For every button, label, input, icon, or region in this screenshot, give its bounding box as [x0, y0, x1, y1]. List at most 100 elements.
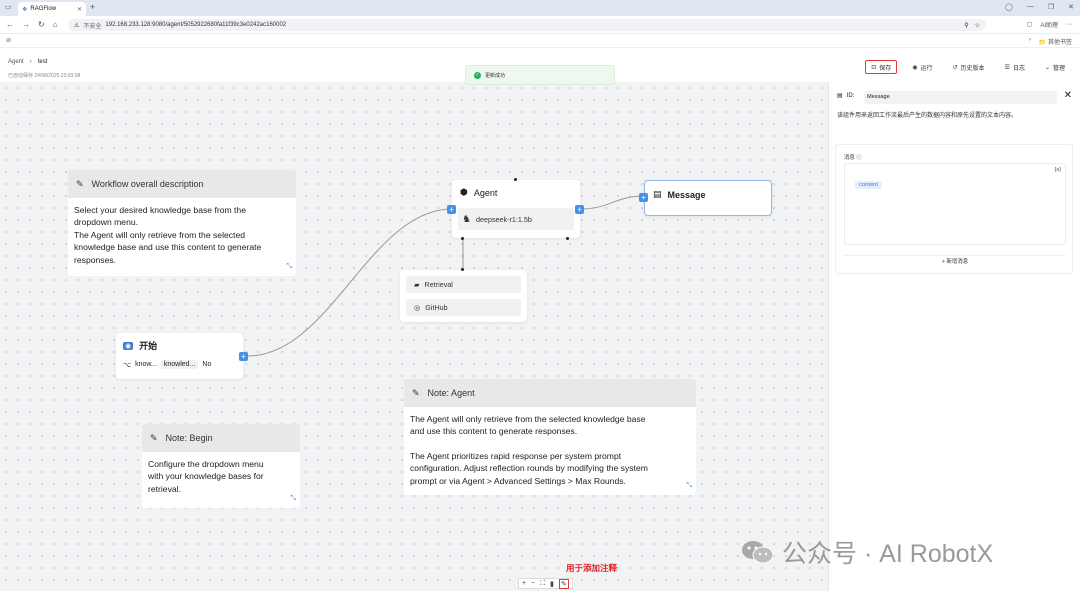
check-circle-icon: ✓ — [474, 71, 481, 79]
close-window-icon[interactable]: ✕ — [1068, 3, 1074, 11]
agent-bottom-handle-right[interactable] — [566, 237, 569, 240]
manage-button[interactable]: ⌄ 管理 — [1040, 60, 1070, 74]
message-input-handle[interactable]: + — [639, 193, 648, 202]
begin-node[interactable]: ◉ 开始 ⌥ know... knowled... No — [116, 333, 243, 379]
add-note-icon[interactable]: ✎ — [558, 578, 569, 589]
resize-handle-icon[interactable]: ⤡ — [686, 480, 692, 492]
begin-param-flag: No — [202, 361, 212, 368]
begin-param-row[interactable]: ⌥ know... knowled... No — [123, 360, 211, 369]
agent-output-handle[interactable]: + — [575, 205, 584, 214]
save-button[interactable]: ⊡ 保存 — [865, 60, 898, 74]
note-agent-header[interactable]: ✎ Note: Agent — [404, 379, 696, 407]
note-begin-header[interactable]: ✎ Note: Begin — [142, 424, 300, 452]
breadcrumb-root[interactable]: Agent — [8, 59, 24, 65]
address-bar: ← → ↻ ⌂ ⚠ 不安全 192.168.233.128:9080/agent… — [0, 16, 1080, 34]
message-editor[interactable]: {x} content — [844, 163, 1066, 245]
breadcrumb: Agent › test — [8, 59, 47, 65]
history-label: 历史版本 — [960, 65, 985, 72]
log-button[interactable]: ☰ 日志 — [1000, 60, 1030, 74]
agent-top-handle[interactable] — [514, 178, 517, 181]
note-line: retrieval. — [148, 483, 181, 494]
run-label: 运行 — [920, 65, 933, 72]
message-label-row: 消息 ⓘ — [844, 153, 862, 161]
resize-handle-icon[interactable]: ⤡ — [290, 493, 296, 505]
agent-model-pill[interactable]: ♞ deepseek-r1:1.5b — [458, 208, 574, 230]
fit-view-icon[interactable]: ⛶ — [540, 580, 545, 588]
zoom-in-icon[interactable]: + — [522, 580, 526, 587]
tools-top-handle[interactable] — [461, 268, 464, 271]
begin-output-handle[interactable]: + — [239, 352, 248, 361]
browser-tab[interactable]: ❖ RAGFlow ✕ — [18, 2, 86, 16]
lock-icon[interactable]: ▮ — [550, 580, 554, 588]
bookmarks-chevron-icon[interactable]: › — [1029, 37, 1031, 46]
message-node[interactable]: ▤ Message — [644, 180, 772, 216]
restore-icon[interactable]: ❐ — [1048, 3, 1054, 11]
tab-close-icon[interactable]: ✕ — [77, 6, 82, 13]
agent-node-header: ⬢ Agent — [460, 187, 497, 198]
tools-node[interactable]: ▰ Retrieval ◎ GitHub — [400, 270, 527, 322]
note-begin-body[interactable]: Configure the dropdown menu with your kn… — [142, 452, 300, 508]
forward-icon[interactable]: → — [22, 20, 30, 29]
variable-tag[interactable]: content — [855, 181, 883, 189]
begin-node-header: ◉ 开始 — [123, 339, 157, 352]
location-icon[interactable]: ⚲ — [964, 22, 968, 29]
save-icon: ⊡ — [871, 64, 877, 71]
bookmarks-bar: ⊘ › 📁 其他书签 — [0, 34, 1080, 48]
minimize-icon[interactable]: — — [1027, 3, 1034, 11]
history-icon: ↺ — [952, 64, 958, 71]
note-agent-body[interactable]: The Agent will only retrieve from the se… — [404, 407, 696, 495]
note-workflow-header[interactable]: ✎ Workflow overall description — [68, 170, 296, 198]
tool-github[interactable]: ◎ GitHub — [406, 299, 521, 316]
begin-param-value: knowled... — [160, 360, 199, 369]
message-icon: ▤ — [653, 189, 662, 199]
panel-id-row: ▤ ID: — [837, 92, 854, 100]
history-button[interactable]: ↺ 历史版本 — [948, 60, 990, 74]
new-tab-icon[interactable]: + — [90, 2, 95, 12]
agent-node[interactable]: ⬢ Agent ♞ deepseek-r1:1.5b — [452, 180, 580, 238]
extensions-icon[interactable]: ▢ — [1027, 21, 1033, 28]
begin-param-name: know... — [135, 361, 157, 368]
profile-icon[interactable]: ◯ — [1005, 3, 1013, 11]
agent-bottom-handle-left[interactable] — [461, 237, 464, 240]
tool-github-label: GitHub — [425, 303, 448, 312]
edge-agent-message — [579, 195, 645, 210]
note-line: knowledge base and use this content to g… — [74, 242, 262, 253]
note-line: prompt or via Agent > Advanced Settings … — [410, 475, 626, 486]
note-line: and use this content to generate respons… — [410, 426, 578, 437]
close-icon[interactable]: ✕ — [1064, 90, 1072, 101]
url-input[interactable]: ⚠ 不安全 192.168.233.128:9080/agent/5052922… — [68, 19, 986, 31]
branch-icon: ⌥ — [123, 361, 132, 369]
log-icon: ☰ — [1004, 64, 1010, 71]
window-controls: ◯ — ❐ ✕ — [1005, 3, 1074, 11]
annotation-label: 用于添加注释 — [566, 563, 618, 573]
note-workflow-title: Workflow overall description — [91, 179, 204, 189]
back-icon[interactable]: ← — [6, 20, 14, 29]
breadcrumb-separator-icon: › — [29, 59, 32, 65]
url-text: 192.168.233.128:9080/agent/5052922680fa1… — [105, 22, 287, 28]
home-icon[interactable]: ⌂ — [53, 20, 58, 29]
agent-toolbar: ⊡ 保存 ◉ 运行 ↺ 历史版本 ☰ 日志 ⌄ 管理 — [865, 60, 1070, 74]
message-label: 消息 — [844, 155, 855, 161]
reload-icon[interactable]: ↻ — [38, 20, 45, 29]
add-message-button[interactable]: + 新增消息 — [844, 255, 1066, 267]
window-icon[interactable]: ▭ — [5, 3, 12, 11]
tool-retrieval[interactable]: ▰ Retrieval — [406, 276, 521, 293]
star-icon[interactable]: ☆ — [975, 22, 980, 29]
agent-input-handle[interactable]: + — [447, 205, 456, 214]
insert-variable-icon[interactable]: {x} — [1054, 167, 1061, 173]
run-button[interactable]: ◉ 运行 — [907, 60, 937, 74]
ragflow-favicon-icon: ❖ — [22, 6, 28, 13]
edit-note-icon: ✎ — [150, 432, 158, 443]
message-node-title: Message — [667, 189, 706, 200]
other-bookmarks[interactable]: 📁 其他书签 — [1039, 37, 1072, 46]
panel-id-input[interactable]: Message — [864, 91, 1057, 104]
note-workflow-body[interactable]: Select your desired knowledge base from … — [68, 198, 296, 276]
resize-handle-icon[interactable]: ⤡ — [286, 261, 292, 273]
zoom-out-icon[interactable]: − — [531, 580, 535, 587]
note-line: Select your desired knowledge base from … — [74, 205, 246, 215]
begin-icon: ◉ — [123, 341, 134, 350]
profile-label[interactable]: AI助理 — [1040, 20, 1058, 29]
menu-icon[interactable]: ⋯ — [1066, 21, 1072, 28]
bookmark-icon[interactable]: ⊘ — [6, 37, 11, 44]
workflow-canvas[interactable]: ✎ Workflow overall description Select yo… — [0, 82, 828, 591]
